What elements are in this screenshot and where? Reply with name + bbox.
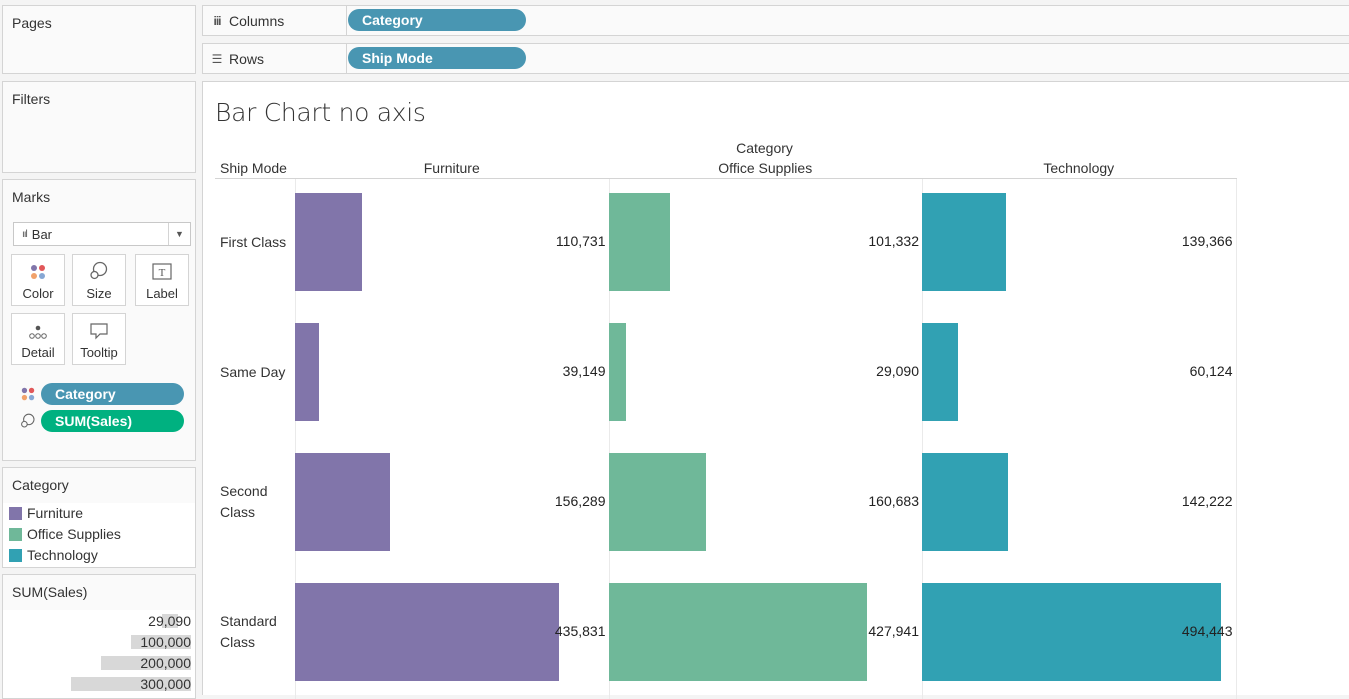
header-divider [215,178,1237,179]
office-supplies-swatch [9,527,22,541]
legend-label: Furniture [27,505,84,521]
row-header-first-class[interactable]: First Class [220,232,286,253]
svg-text:T: T [159,267,166,279]
legend-item-technology[interactable]: Technology [9,547,98,563]
row-header-second-class[interactable]: Second Class [220,481,267,523]
data-label: 435,831 [554,623,606,639]
color-button[interactable]: Color [11,254,65,306]
data-label: 29,090 [876,363,919,379]
size-icon [20,413,36,434]
color-button-label: Color [22,286,54,301]
filters-card[interactable]: Filters [2,81,196,173]
chevron-down-icon[interactable]: ▼ [168,223,190,245]
technology-swatch [9,548,22,562]
size-legend-item: 100,000 [11,634,191,650]
data-label: 110,731 [555,233,606,249]
data-label: 156,289 [554,493,606,509]
row-header-standard-class[interactable]: Standard Class [220,611,277,653]
data-label: 139,366 [1181,233,1233,249]
columns-label-text: Columns [229,12,285,29]
columns-shelf[interactable]: iii Columns Category [202,5,1349,36]
marks-title: Marks [12,189,51,205]
size-button-label: Size [86,286,112,301]
bar-chart-icon: ııl [22,228,28,240]
data-label: 427,941 [868,623,919,639]
row-header-title: Ship Mode [220,160,287,176]
column-header-title: Category [736,140,793,156]
color-icon [20,386,36,407]
furniture-swatch [9,506,22,520]
color-icon [12,255,64,281]
detail-icon [12,314,64,340]
data-label: 160,683 [868,493,919,509]
rows-shelf[interactable]: ☰ Rows Ship Mode [202,43,1349,74]
size-legend-item: 200,000 [11,655,191,671]
data-label: 101,332 [868,233,919,249]
pages-card: Pages [2,5,196,74]
tooltip-button[interactable]: Tooltip [72,313,126,365]
columns-shelf-label: iii Columns [211,6,347,35]
marks-pill-sum-sales[interactable]: SUM(Sales) [41,410,184,432]
marks-card: Marks ııl Bar ▼ Color Size T Label Detai… [2,179,196,461]
marks-pill-category[interactable]: Category [41,383,184,405]
color-legend: Category Furniture Office Supplies Techn… [2,467,196,568]
legend-label: Office Supplies [27,526,121,542]
rows-pill-ship-mode[interactable]: Ship Mode [348,47,526,69]
data-label: 39,149 [562,363,606,379]
row-header-same-day[interactable]: Same Day [220,362,285,383]
tooltip-icon [73,314,125,340]
column-header-furniture[interactable]: Furniture [295,160,609,176]
column-header-office-supplies[interactable]: Office Supplies [609,160,923,176]
size-icon [73,255,125,281]
rows-label-text: Rows [229,50,265,67]
color-legend-title: Category [12,477,69,493]
pane-divider [1236,179,1237,699]
columns-icon: iii [213,13,221,28]
label-button-label: Label [146,286,178,301]
tooltip-button-label: Tooltip [80,345,118,360]
rows-shelf-label: ☰ Rows [211,44,347,73]
label-icon: T [136,255,188,281]
columns-pill-category[interactable]: Category [348,9,526,31]
legend-item-furniture[interactable]: Furniture [9,505,83,521]
label-button[interactable]: T Label [135,254,189,306]
worksheet-title: Bar Chart no axis [215,98,426,127]
detail-button-label: Detail [21,345,55,360]
filters-title: Filters [12,91,51,107]
legend-item-office-supplies[interactable]: Office Supplies [9,526,121,542]
size-legend-item: 300,000 [11,676,191,692]
mark-type-value: Bar [31,226,53,242]
size-button[interactable]: Size [72,254,126,306]
pages-title: Pages [12,15,52,31]
worksheet-view: Bar Chart no axis Ship Mode Category Fur… [202,81,1349,699]
data-label: 494,443 [1181,623,1233,639]
data-label: 60,124 [1189,363,1233,379]
size-legend-item: 29,090 [148,613,191,629]
legend-label: Technology [27,547,98,563]
size-legend-title: SUM(Sales) [12,584,88,600]
detail-button[interactable]: Detail [11,313,65,365]
size-legend: SUM(Sales) 29,090 100,000 200,000 300,00… [2,574,196,699]
data-label: 142,222 [1181,493,1233,509]
column-header-technology[interactable]: Technology [922,160,1236,176]
mark-type-dropdown[interactable]: ııl Bar ▼ [13,222,191,246]
rows-icon: ☰ [211,51,223,66]
